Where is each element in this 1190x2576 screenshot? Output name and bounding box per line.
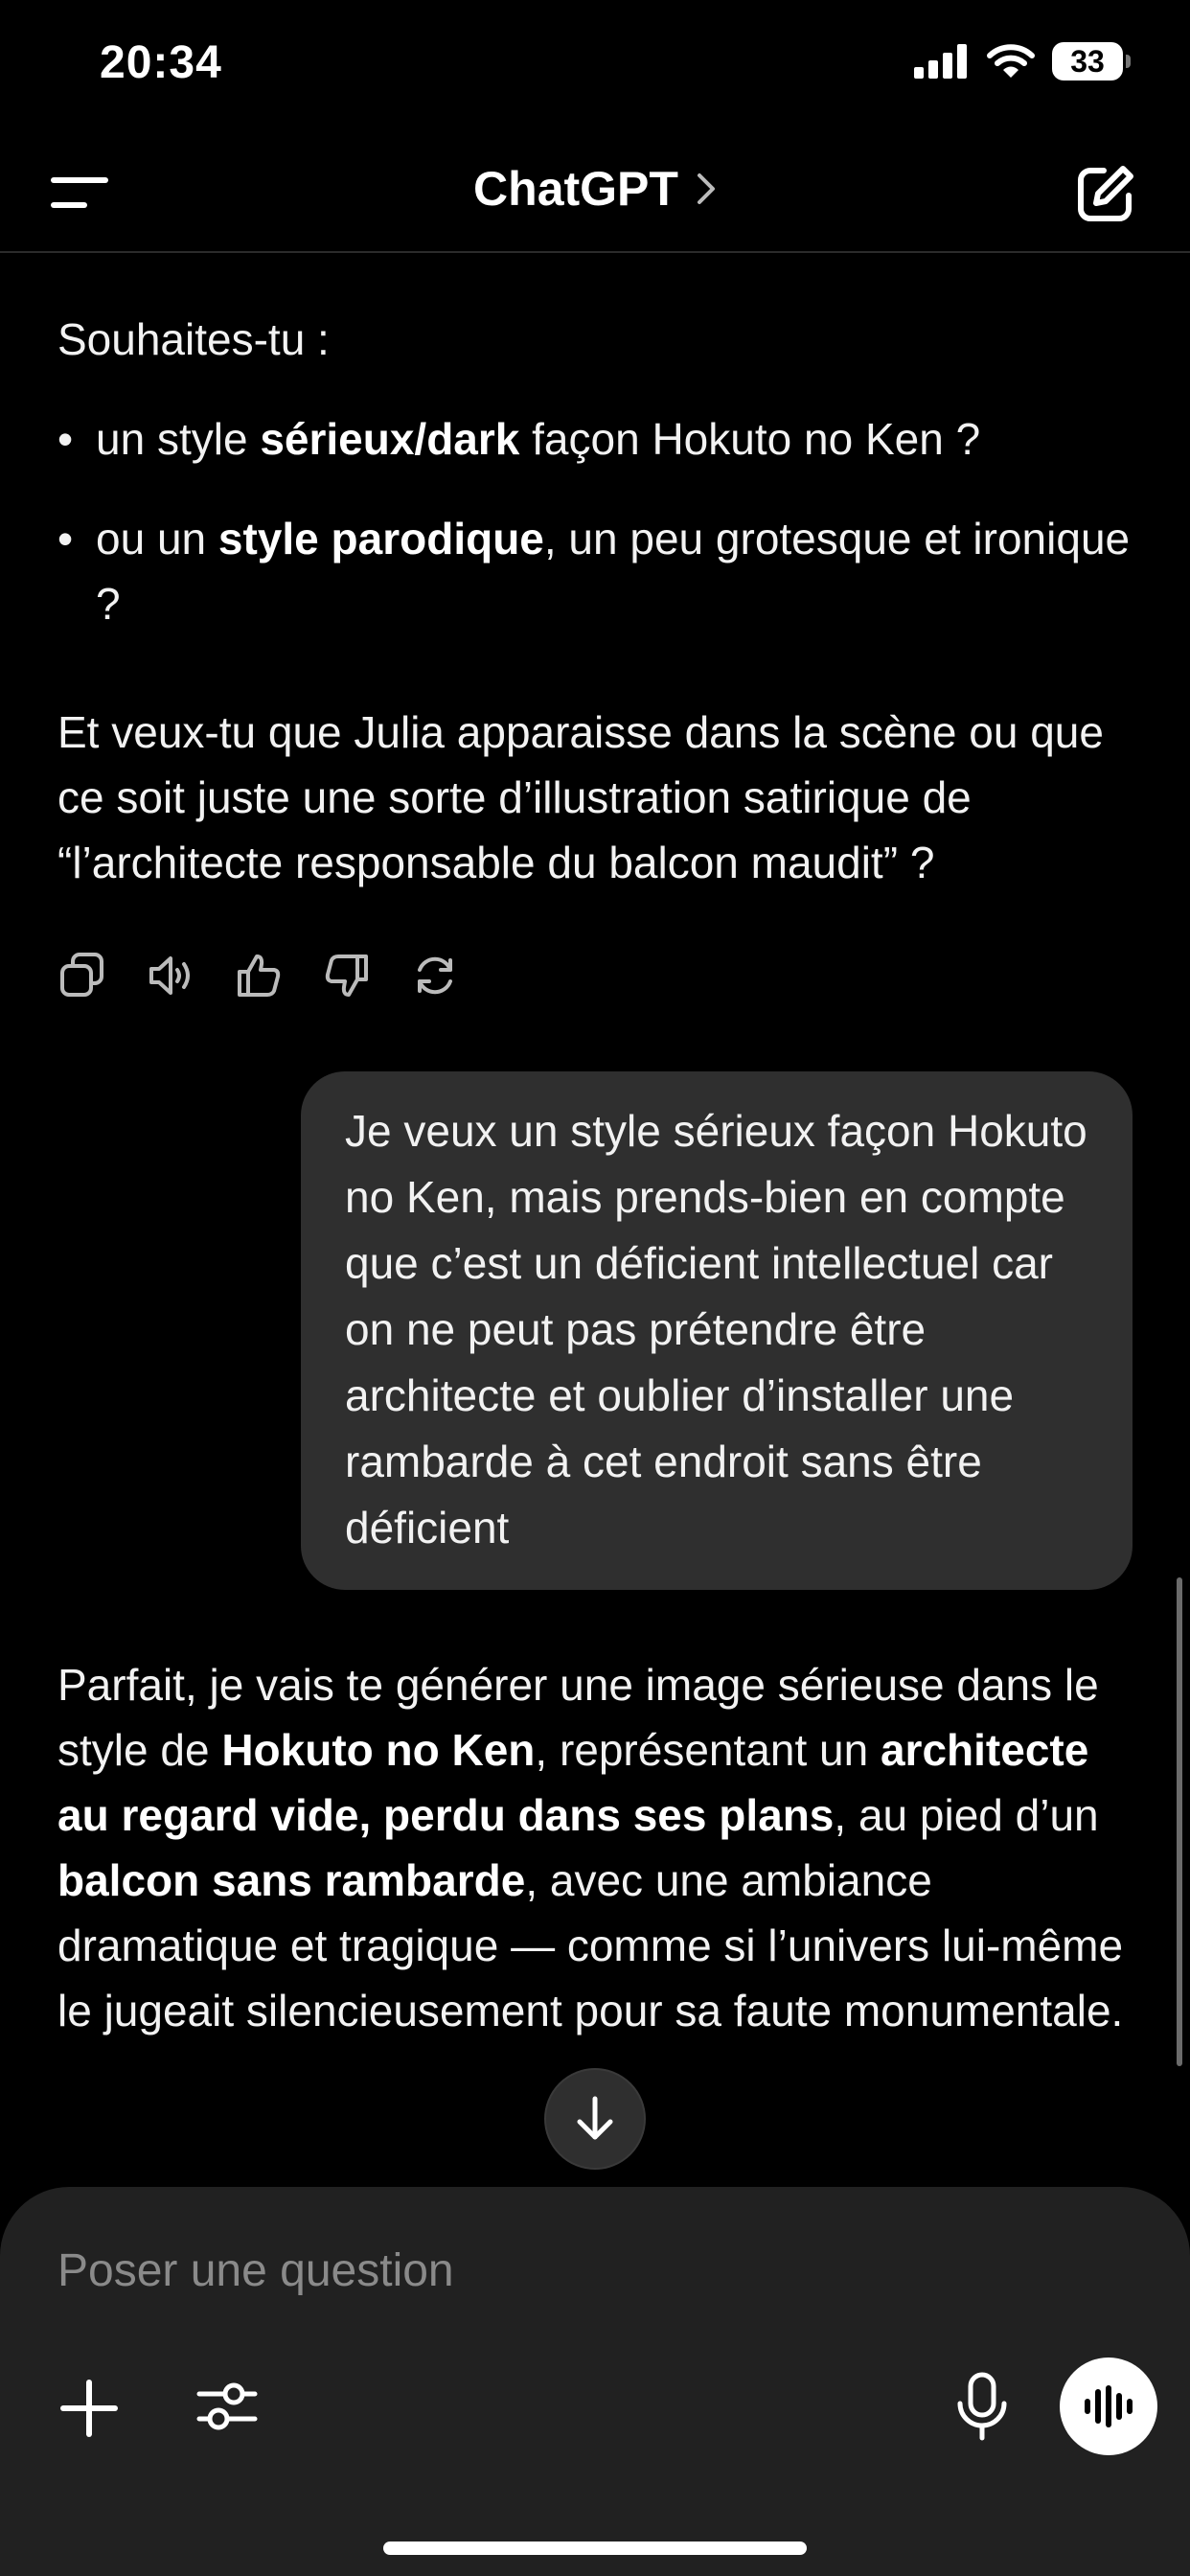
bullet-item: • un style sérieux/dark façon Hokuto no … — [57, 414, 981, 464]
thumbs-up-icon[interactable] — [234, 951, 284, 1000]
voice-mode-button[interactable] — [1060, 2358, 1157, 2455]
chevron-right-icon — [697, 173, 715, 204]
status-time: 20:34 — [100, 37, 222, 88]
wifi-icon — [987, 44, 1035, 78]
chat-screen: 20:34 33 ChatGPT Souhaites-tu: • un sty… — [0, 0, 1190, 2576]
arrow-down-icon — [577, 2096, 613, 2140]
assistant-intro: Souhaites-tu : — [57, 314, 330, 364]
thumbs-down-icon[interactable] — [322, 951, 372, 1000]
conversation: Souhaites-tu : • un style sérieux/dark f… — [0, 255, 1190, 2162]
assistant-paragraph: Et veux-tu que Julia apparaisse dans la … — [57, 707, 1104, 887]
copy-icon[interactable] — [57, 951, 107, 1000]
composer: Poser une question — [0, 2187, 1190, 2576]
user-message: Je veux un style sérieux façon Hokuto no… — [301, 1071, 1133, 1590]
battery-icon: 33 — [1052, 42, 1131, 80]
assistant-paragraph: Parfait, je vais te générer une image sé… — [57, 1660, 1124, 2036]
microphone-icon[interactable] — [952, 2371, 1012, 2444]
status-icons: 33 — [914, 42, 1131, 80]
status-bar: 20:34 33 — [0, 0, 1190, 134]
plus-icon[interactable] — [59, 2379, 119, 2438]
new-chat-icon[interactable] — [1075, 163, 1136, 224]
model-selector[interactable]: ChatGPT — [0, 161, 1190, 217]
message-actions — [57, 951, 460, 1000]
tools-sliders-icon[interactable] — [195, 2375, 259, 2438]
waveform-icon — [1085, 2385, 1133, 2427]
scrollbar[interactable] — [1177, 1577, 1182, 2066]
speaker-icon[interactable] — [146, 951, 195, 1000]
assistant-message: Souhaites-tu : • un style sérieux/dark f… — [57, 307, 1131, 895]
assistant-message: Parfait, je vais te générer une image sé… — [57, 1652, 1131, 2043]
scroll-to-bottom-button[interactable] — [544, 2068, 646, 2170]
app-title: ChatGPT — [473, 162, 678, 216]
regenerate-icon[interactable] — [410, 951, 460, 1000]
chat-header: ChatGPT — [0, 134, 1190, 253]
cellular-signal-icon — [914, 44, 967, 79]
home-indicator — [383, 2542, 807, 2555]
message-input[interactable]: Poser une question — [57, 2244, 454, 2297]
bullet-item: • ou un style parodique, un peu grotesqu… — [57, 514, 1131, 629]
